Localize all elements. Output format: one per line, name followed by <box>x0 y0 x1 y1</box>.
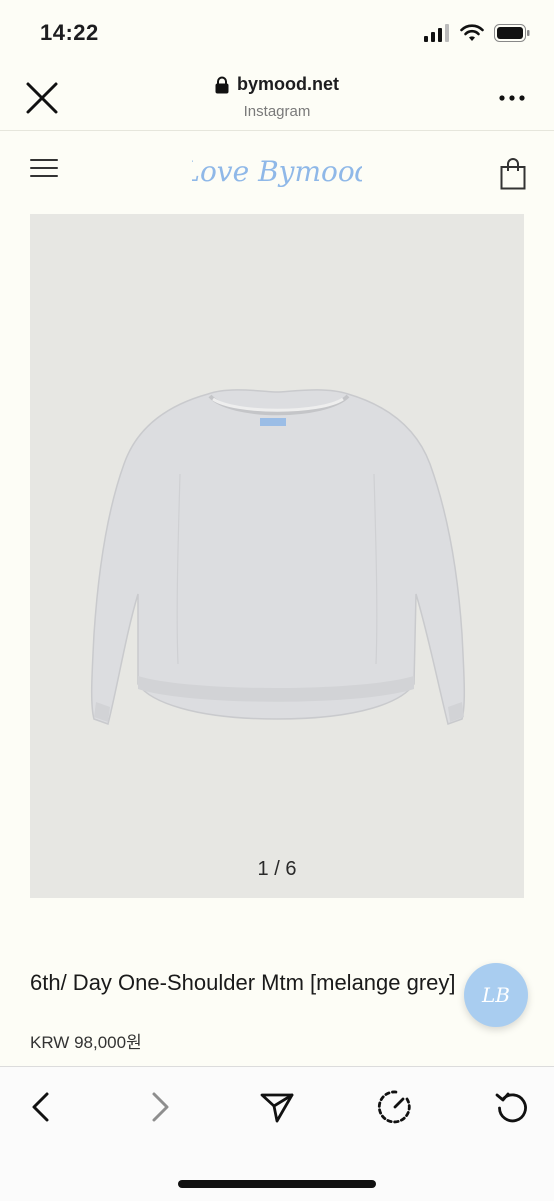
home-indicator <box>178 1180 376 1188</box>
shopping-bag-icon[interactable] <box>500 158 526 190</box>
share-icon[interactable] <box>259 1089 295 1125</box>
signal-icon <box>424 24 449 42</box>
lock-icon <box>215 76 229 93</box>
reload-icon[interactable] <box>494 1089 530 1125</box>
logo-script: Love Bymood <box>180 155 372 188</box>
url-area[interactable]: bymood.net Instagram <box>0 74 554 120</box>
logo-text: Love Bymood <box>192 155 362 188</box>
url-domain: bymood.net <box>237 74 339 94</box>
site-logo[interactable]: Love Bymood <box>0 148 554 199</box>
browser-bar: bymood.net Instagram <box>0 66 554 131</box>
wifi-icon <box>460 24 484 41</box>
site-header: Love Bymood <box>0 130 554 214</box>
image-counter: 1 / 6 <box>257 858 297 880</box>
product-price: KRW 98,000원 <box>30 1033 142 1052</box>
compass-icon[interactable] <box>377 1089 413 1125</box>
more-icon[interactable] <box>498 94 526 102</box>
forward-icon[interactable] <box>141 1089 177 1125</box>
status-bar: 14:22 <box>0 0 554 66</box>
sweatshirt-image <box>90 389 466 725</box>
status-icons <box>424 24 530 42</box>
battery-icon <box>494 24 530 42</box>
url-source: Instagram <box>243 102 311 120</box>
product-image[interactable] <box>30 214 524 898</box>
back-icon[interactable] <box>24 1089 60 1125</box>
lb-monogram: LB <box>481 983 510 1007</box>
chat-badge-text: LB <box>481 983 510 1007</box>
chat-badge-button[interactable]: LB <box>464 963 528 1027</box>
status-time: 14:22 <box>40 20 99 45</box>
